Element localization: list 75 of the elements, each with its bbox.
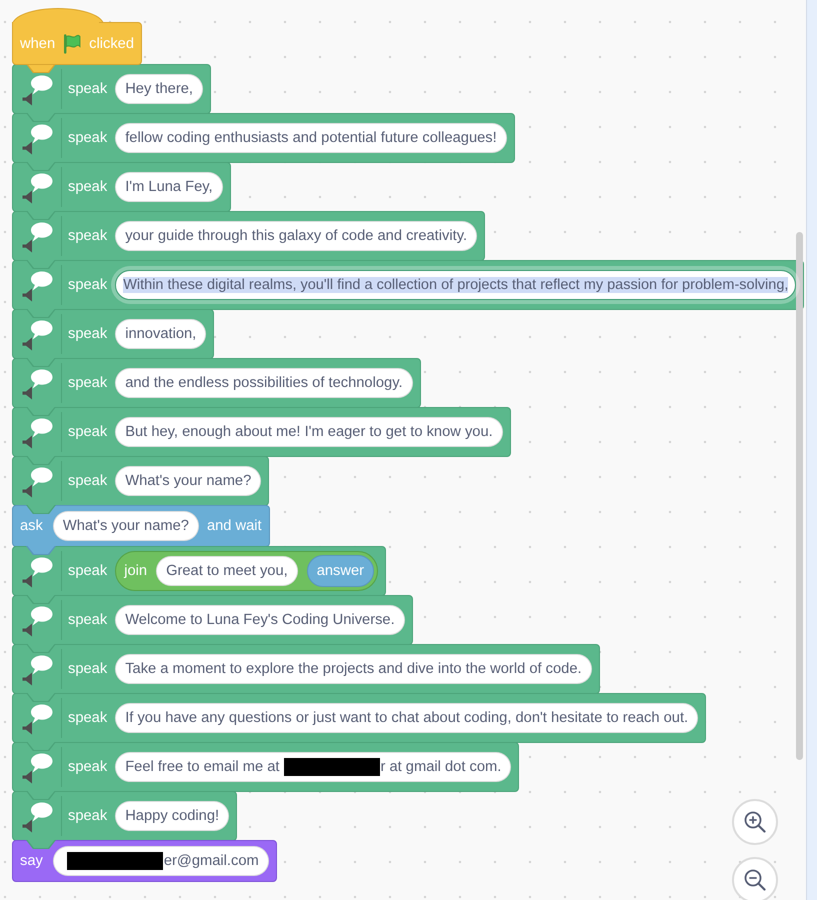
block-label: speak (68, 227, 108, 245)
text-input[interactable]: Feel free to email me at r at gmail dot com. (115, 752, 512, 782)
speak-block[interactable]: speak Within these digital realms, you'll find a collection of projects that reflect my passion for problem-solving, (12, 260, 804, 310)
speak-block[interactable]: speak If you have any questions or just want to chat about coding, don't hesitate to reach out. (12, 693, 706, 743)
block-label: speak (68, 423, 108, 441)
block-label: speak (68, 562, 108, 580)
block-label: speak (68, 129, 108, 147)
speech-speaker-icon (22, 270, 52, 302)
speech-speaker-icon (22, 654, 52, 686)
speak-block[interactable]: speak Take a moment to explore the projects and dive into the world of code. (12, 644, 600, 694)
speech-speaker-icon (22, 124, 52, 154)
block-label: speak (68, 80, 108, 98)
block-label: speak (68, 807, 108, 825)
speech-speaker-icon (22, 752, 52, 784)
text-input[interactable]: But hey, enough about me! I'm eager to get to know you. (115, 417, 503, 447)
speak-block[interactable]: speak Feel free to email me at r at gmail dot com. (12, 742, 520, 792)
block-label: speak (68, 709, 108, 727)
speech-speaker-icon (22, 606, 52, 636)
speak-block[interactable]: speak But hey, enough about me! I'm eager to get to know you. (12, 407, 511, 457)
text-input[interactable]: Take a moment to explore the projects and dive into the world of code. (115, 654, 592, 684)
text-input[interactable]: What's your name? (115, 466, 262, 496)
speak-block[interactable]: speak and the endless possibilities of technology. (12, 358, 421, 408)
speak-block[interactable]: speak Happy coding! (12, 791, 238, 841)
block-label: speak (68, 660, 108, 678)
block-label: speak (68, 374, 108, 392)
block-label: when (20, 34, 56, 52)
block-label: ask (20, 517, 43, 535)
ask-block[interactable]: ask What's your name? and wait (12, 505, 270, 547)
text-input[interactable]: What's your name? (52, 511, 199, 541)
text-input[interactable]: your guide through this galaxy of code and creativity. (115, 221, 478, 251)
zoom-in-icon (744, 811, 766, 833)
speak-block[interactable]: speak Hey there, (12, 64, 211, 114)
block-label: clicked (89, 34, 134, 52)
text-input[interactable]: innovation, (115, 319, 206, 349)
speech-speaker-icon (22, 556, 52, 588)
block-label: speak (68, 276, 108, 294)
block-label: and wait (206, 517, 262, 535)
speak-block[interactable]: speak What's your name? (12, 456, 270, 506)
text-input[interactable]: Within these digital realms, you'll find a collection of projects that reflect my passion for problem-solving, (115, 270, 796, 300)
text-input[interactable]: Happy coding! (115, 801, 230, 831)
flag-icon (63, 34, 82, 54)
text-input[interactable]: Hey there, (115, 74, 203, 104)
speak-block[interactable]: speak Welcome to Luna Fey's Coding Universe. (12, 595, 413, 645)
speech-speaker-icon (22, 222, 52, 252)
speak-block[interactable]: speak I'm Luna Fey, (12, 162, 231, 212)
say-block[interactable]: say er@gmail.com (12, 840, 277, 882)
speak-block[interactable]: speak fellow coding enthusiasts and potential future colleagues! (12, 113, 515, 163)
text-input[interactable]: Great to meet you, (156, 556, 298, 586)
block-label: speak (68, 325, 108, 343)
block-label: speak (68, 178, 108, 196)
block-label: join (124, 562, 148, 580)
speech-speaker-icon (22, 74, 52, 106)
text-input[interactable]: and the endless possibilities of technology. (115, 368, 413, 398)
speech-speaker-icon (22, 172, 52, 204)
block-label: speak (68, 472, 108, 490)
zoom-out-icon (744, 869, 766, 891)
scrollbar[interactable] (796, 232, 803, 760)
speech-speaker-icon (22, 368, 52, 400)
speak-block[interactable]: speak innovation, (12, 309, 214, 359)
text-input[interactable]: er@gmail.com (52, 846, 269, 876)
text-input[interactable]: If you have any questions or just want to chat about coding, don't hesitate to reach out. (115, 703, 698, 733)
speech-speaker-icon (22, 704, 52, 734)
speak-block[interactable]: speak join Great to meet you, answer (12, 546, 386, 596)
text-input[interactable]: fellow coding enthusiasts and potential future colleagues! (115, 123, 507, 153)
speech-speaker-icon (22, 418, 52, 448)
block-label: say (20, 852, 43, 870)
speech-speaker-icon (22, 802, 52, 832)
speak-block[interactable]: speak your guide through this galaxy of code and creativity. (12, 211, 486, 261)
block-label: speak (68, 611, 108, 629)
text-input[interactable]: I'm Luna Fey, (115, 172, 223, 202)
block-label: speak (68, 758, 108, 776)
speech-speaker-icon (22, 466, 52, 498)
join-reporter[interactable]: join Great to meet you, answer (115, 551, 378, 591)
speech-speaker-icon (22, 320, 52, 350)
text-input[interactable]: Welcome to Luna Fey's Coding Universe. (115, 605, 405, 635)
